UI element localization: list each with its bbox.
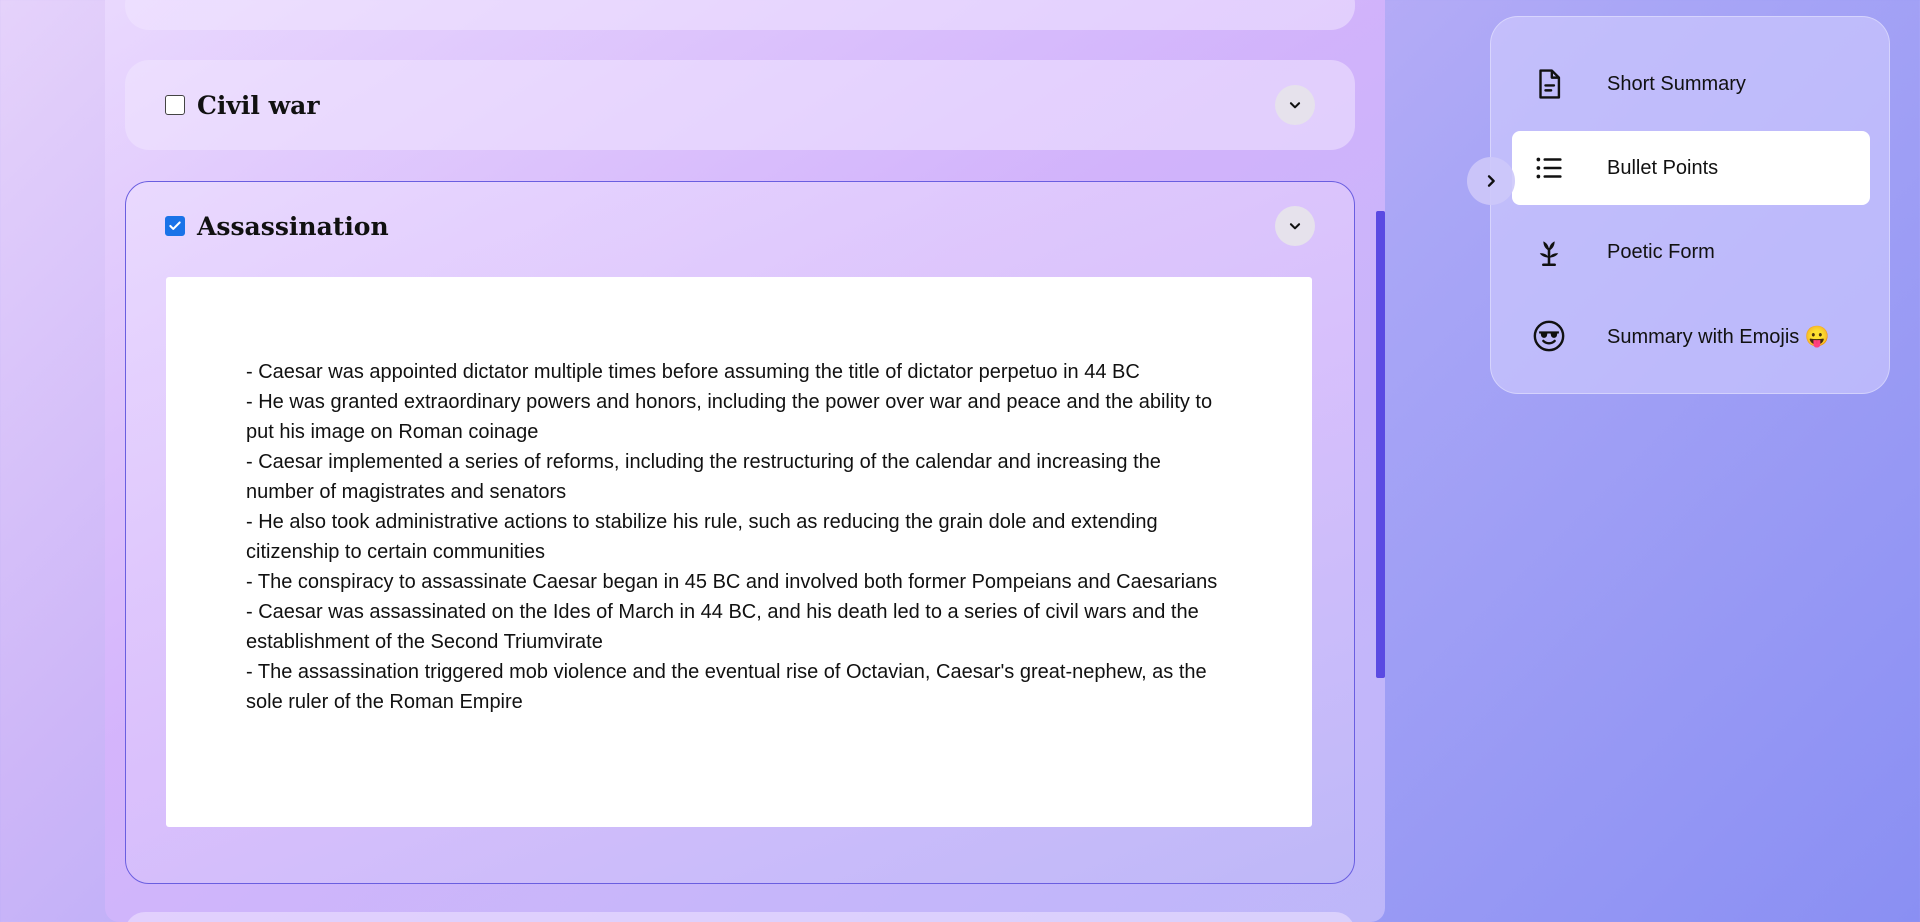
summary-type-menu: Short Summary Bullet Points Poetic Form … [1490, 16, 1890, 394]
section-checkbox-civil-war[interactable] [165, 95, 185, 115]
menu-item-poetic-form[interactable]: Poetic Form [1512, 215, 1870, 289]
menu-item-summary-with-emojis[interactable]: Summary with Emojis 😛 [1512, 299, 1870, 373]
bullet-point: - The conspiracy to assassinate Caesar b… [246, 571, 1218, 593]
section-title: Civil war [197, 90, 320, 120]
checkmark-icon [169, 221, 181, 230]
collapse-menu-button[interactable] [1467, 157, 1515, 205]
bullet-point: - Caesar implemented a series of reforms… [246, 451, 1161, 503]
section-card-previous [125, 0, 1355, 30]
sprout-icon [1530, 233, 1568, 271]
expand-toggle-button[interactable] [1275, 85, 1315, 125]
sunglasses-face-icon [1530, 317, 1568, 355]
section-title: Assassination [197, 211, 389, 241]
chevron-right-icon [1487, 175, 1495, 187]
menu-item-label: Short Summary [1607, 72, 1746, 95]
menu-item-short-summary[interactable]: Short Summary [1512, 47, 1870, 121]
summary-content: - Caesar was appointed dictator multiple… [166, 277, 1312, 827]
expand-toggle-button[interactable] [1275, 206, 1315, 246]
bullet-point: - He was granted extraordinary powers an… [246, 391, 1213, 443]
bullet-point: - Caesar was appointed dictator multiple… [246, 361, 1140, 383]
list-icon [1530, 149, 1568, 187]
scrollbar-thumb[interactable] [1376, 211, 1385, 678]
document-icon [1530, 65, 1568, 103]
section-header: Civil war [165, 60, 320, 150]
section-card-civil-war[interactable]: Civil war [125, 60, 1355, 150]
menu-item-label: Summary with Emojis 😛 [1607, 325, 1830, 348]
bullet-point: - Caesar was assassinated on the Ides of… [246, 601, 1199, 653]
bullet-point: - The assassination triggered mob violen… [246, 661, 1207, 713]
chevron-down-icon [1289, 223, 1301, 230]
menu-item-bullet-points[interactable]: Bullet Points [1512, 131, 1870, 205]
section-card-next [125, 912, 1355, 922]
menu-item-label: Poetic Form [1607, 240, 1715, 263]
bullet-point: - He also took administrative actions to… [246, 511, 1158, 563]
section-card-assassination[interactable]: Assassination - Caesar was appointed dic… [125, 181, 1355, 884]
section-header: Assassination [165, 181, 389, 271]
menu-item-label: Bullet Points [1607, 156, 1719, 179]
section-checkbox-assassination[interactable] [165, 216, 185, 236]
chevron-down-icon [1289, 102, 1301, 109]
